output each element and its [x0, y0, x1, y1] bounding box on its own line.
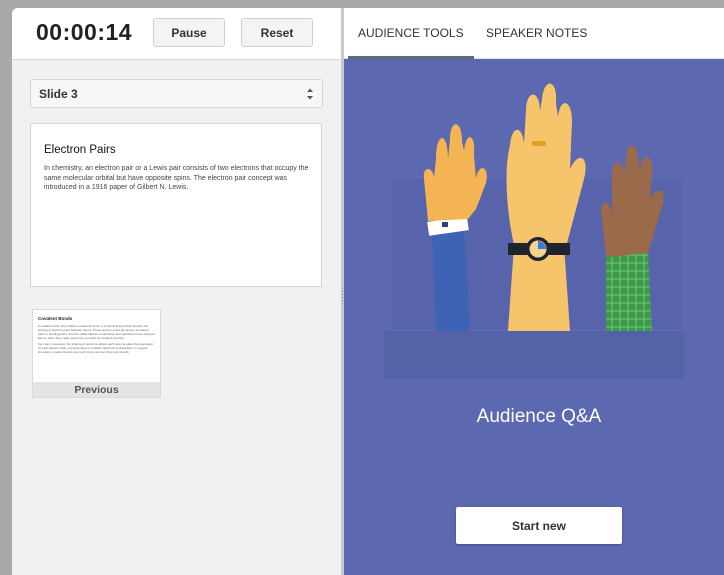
reset-button[interactable]: Reset [241, 18, 313, 47]
previous-slide-title: Covalent Bonds [38, 316, 73, 321]
current-slide-preview: Electron Pairs In chemistry, an electron… [30, 123, 322, 287]
slide-body: In chemistry, an electron pair or a Lewi… [44, 165, 309, 191]
previous-slide-preview: Covalent Bonds A covalent bond, also cal… [33, 310, 160, 382]
audience-qa-title: Audience Q&A [476, 406, 602, 427]
start-new-button[interactable]: Start new [456, 507, 622, 544]
slide-select[interactable]: Slide 3 [30, 79, 323, 108]
timer-bar: 00:00:14 Pause Reset [12, 8, 341, 60]
slide-select-value: Slide 3 [39, 86, 78, 101]
previous-slide-body: For many molecules, the sharing of elect… [38, 342, 153, 354]
elapsed-timer: 00:00:14 [36, 19, 133, 45]
presenter-window: 00:00:14 Pause Reset Slide 3 Electron Pa… [12, 8, 724, 575]
pause-button[interactable]: Pause [153, 18, 225, 47]
tab-speaker-notes[interactable]: SPEAKER NOTES [486, 26, 587, 40]
previous-slide-body: A covalent bond, also called a molecular… [38, 324, 155, 340]
previous-slide-thumbnail[interactable]: Covalent Bonds A covalent bond, also cal… [32, 309, 161, 398]
tab-audience-tools[interactable]: AUDIENCE TOOLS [358, 26, 464, 40]
raised-hands-illustration [384, 83, 684, 379]
chevron-updown-icon [307, 88, 313, 100]
presenter-left-panel: 00:00:14 Pause Reset Slide 3 Electron Pa… [12, 8, 341, 575]
tab-bar: AUDIENCE TOOLS SPEAKER NOTES [344, 8, 724, 59]
previous-label: Previous [74, 384, 119, 396]
slide-title: Electron Pairs [44, 144, 116, 156]
drag-dots-icon [342, 291, 343, 301]
audience-tools-panel: AUDIENCE TOOLS SPEAKER NOTES Audience Q&… [344, 8, 724, 575]
